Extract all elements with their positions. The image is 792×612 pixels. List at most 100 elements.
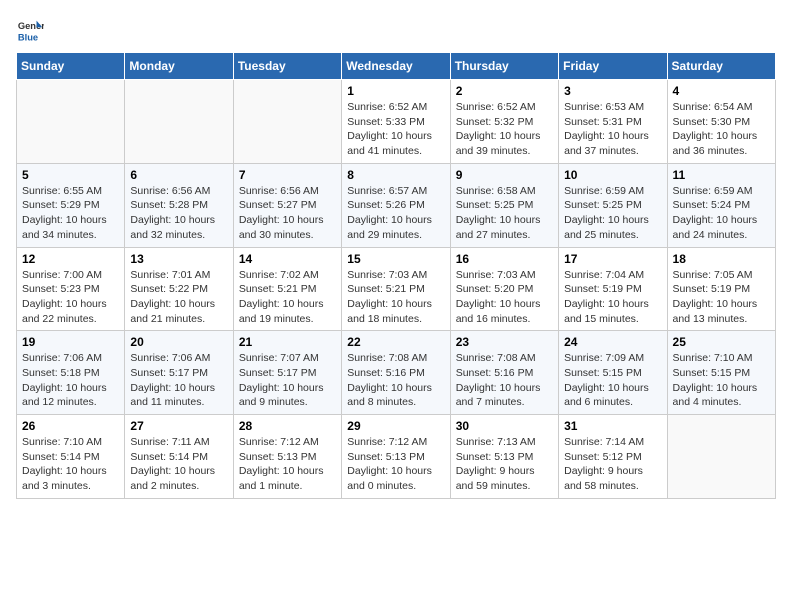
day-number: 1: [347, 84, 444, 98]
calendar-cell: 2 Sunrise: 6:52 AM Sunset: 5:32 PM Daylig…: [450, 80, 558, 164]
logo: General Blue: [16, 16, 48, 44]
day-number: 9: [456, 168, 553, 182]
calendar-cell: 1 Sunrise: 6:52 AM Sunset: 5:33 PM Daylig…: [342, 80, 450, 164]
day-number: 5: [22, 168, 119, 182]
week-row-4: 19 Sunrise: 7:06 AM Sunset: 5:18 PM Dayli…: [17, 331, 776, 415]
calendar-cell: 8 Sunrise: 6:57 AM Sunset: 5:26 PM Daylig…: [342, 163, 450, 247]
day-info: Sunrise: 7:10 AM Sunset: 5:14 PM Dayligh…: [22, 435, 119, 494]
day-info: Sunrise: 7:13 AM Sunset: 5:13 PM Dayligh…: [456, 435, 553, 494]
day-number: 24: [564, 335, 661, 349]
day-info: Sunrise: 6:55 AM Sunset: 5:29 PM Dayligh…: [22, 184, 119, 243]
day-number: 26: [22, 419, 119, 433]
page-header: General Blue: [16, 16, 776, 44]
day-number: 28: [239, 419, 336, 433]
weekday-header-saturday: Saturday: [667, 53, 775, 80]
day-number: 30: [456, 419, 553, 433]
day-info: Sunrise: 7:00 AM Sunset: 5:23 PM Dayligh…: [22, 268, 119, 327]
day-info: Sunrise: 7:11 AM Sunset: 5:14 PM Dayligh…: [130, 435, 227, 494]
day-info: Sunrise: 6:59 AM Sunset: 5:24 PM Dayligh…: [673, 184, 770, 243]
calendar-cell: 22 Sunrise: 7:08 AM Sunset: 5:16 PM Dayli…: [342, 331, 450, 415]
day-info: Sunrise: 7:08 AM Sunset: 5:16 PM Dayligh…: [456, 351, 553, 410]
day-info: Sunrise: 7:06 AM Sunset: 5:18 PM Dayligh…: [22, 351, 119, 410]
day-number: 11: [673, 168, 770, 182]
day-info: Sunrise: 6:59 AM Sunset: 5:25 PM Dayligh…: [564, 184, 661, 243]
calendar-cell: [125, 80, 233, 164]
day-number: 20: [130, 335, 227, 349]
calendar-cell: 5 Sunrise: 6:55 AM Sunset: 5:29 PM Daylig…: [17, 163, 125, 247]
day-number: 18: [673, 252, 770, 266]
calendar-cell: 20 Sunrise: 7:06 AM Sunset: 5:17 PM Dayli…: [125, 331, 233, 415]
calendar-cell: 6 Sunrise: 6:56 AM Sunset: 5:28 PM Daylig…: [125, 163, 233, 247]
day-info: Sunrise: 6:52 AM Sunset: 5:32 PM Dayligh…: [456, 100, 553, 159]
day-number: 17: [564, 252, 661, 266]
day-info: Sunrise: 7:06 AM Sunset: 5:17 PM Dayligh…: [130, 351, 227, 410]
day-info: Sunrise: 7:12 AM Sunset: 5:13 PM Dayligh…: [239, 435, 336, 494]
calendar-cell: 30 Sunrise: 7:13 AM Sunset: 5:13 PM Dayli…: [450, 415, 558, 499]
day-number: 6: [130, 168, 227, 182]
day-info: Sunrise: 6:57 AM Sunset: 5:26 PM Dayligh…: [347, 184, 444, 243]
weekday-header-monday: Monday: [125, 53, 233, 80]
day-number: 12: [22, 252, 119, 266]
calendar-cell: 9 Sunrise: 6:58 AM Sunset: 5:25 PM Daylig…: [450, 163, 558, 247]
calendar-cell: 19 Sunrise: 7:06 AM Sunset: 5:18 PM Dayli…: [17, 331, 125, 415]
day-number: 25: [673, 335, 770, 349]
calendar-cell: [233, 80, 341, 164]
svg-text:Blue: Blue: [18, 32, 38, 42]
calendar-cell: 17Sunrise: 7:04 AM Sunset: 5:19 PM Dayli…: [559, 247, 667, 331]
calendar-cell: [17, 80, 125, 164]
day-info: Sunrise: 6:56 AM Sunset: 5:28 PM Dayligh…: [130, 184, 227, 243]
calendar-cell: 23 Sunrise: 7:08 AM Sunset: 5:16 PM Dayli…: [450, 331, 558, 415]
calendar-cell: 29 Sunrise: 7:12 AM Sunset: 5:13 PM Dayli…: [342, 415, 450, 499]
day-info: Sunrise: 7:01 AM Sunset: 5:22 PM Dayligh…: [130, 268, 227, 327]
calendar-cell: 11 Sunrise: 6:59 AM Sunset: 5:24 PM Dayli…: [667, 163, 775, 247]
week-row-3: 12 Sunrise: 7:00 AM Sunset: 5:23 PM Dayli…: [17, 247, 776, 331]
day-info: Sunrise: 7:14 AM Sunset: 5:12 PM Dayligh…: [564, 435, 661, 494]
day-info: Sunrise: 7:05 AM Sunset: 5:19 PM Dayligh…: [673, 268, 770, 327]
calendar-cell: 31 Sunrise: 7:14 AM Sunset: 5:12 PM Dayli…: [559, 415, 667, 499]
weekday-header-sunday: Sunday: [17, 53, 125, 80]
weekday-header-tuesday: Tuesday: [233, 53, 341, 80]
day-info: Sunrise: 6:53 AM Sunset: 5:31 PM Dayligh…: [564, 100, 661, 159]
day-number: 14: [239, 252, 336, 266]
calendar-cell: 25 Sunrise: 7:10 AM Sunset: 5:15 PM Dayli…: [667, 331, 775, 415]
day-number: 10: [564, 168, 661, 182]
calendar-cell: 24Sunrise: 7:09 AM Sunset: 5:15 PM Dayli…: [559, 331, 667, 415]
day-number: 3: [564, 84, 661, 98]
day-number: 4: [673, 84, 770, 98]
weekday-header-thursday: Thursday: [450, 53, 558, 80]
day-number: 29: [347, 419, 444, 433]
day-info: Sunrise: 7:08 AM Sunset: 5:16 PM Dayligh…: [347, 351, 444, 410]
calendar-cell: 10 Sunrise: 6:59 AM Sunset: 5:25 PM Dayli…: [559, 163, 667, 247]
day-info: Sunrise: 7:02 AM Sunset: 5:21 PM Dayligh…: [239, 268, 336, 327]
day-number: 13: [130, 252, 227, 266]
day-number: 21: [239, 335, 336, 349]
day-info: Sunrise: 6:52 AM Sunset: 5:33 PM Dayligh…: [347, 100, 444, 159]
day-number: 23: [456, 335, 553, 349]
calendar-cell: 4Sunrise: 6:54 AM Sunset: 5:30 PM Daylig…: [667, 80, 775, 164]
calendar-cell: 18 Sunrise: 7:05 AM Sunset: 5:19 PM Dayli…: [667, 247, 775, 331]
day-number: 19: [22, 335, 119, 349]
day-number: 22: [347, 335, 444, 349]
day-info: Sunrise: 7:07 AM Sunset: 5:17 PM Dayligh…: [239, 351, 336, 410]
calendar-cell: 7Sunrise: 6:56 AM Sunset: 5:27 PM Daylig…: [233, 163, 341, 247]
calendar-cell: 28 Sunrise: 7:12 AM Sunset: 5:13 PM Dayli…: [233, 415, 341, 499]
day-info: Sunrise: 7:10 AM Sunset: 5:15 PM Dayligh…: [673, 351, 770, 410]
calendar-cell: 21 Sunrise: 7:07 AM Sunset: 5:17 PM Dayli…: [233, 331, 341, 415]
day-number: 16: [456, 252, 553, 266]
calendar-cell: 16Sunrise: 7:03 AM Sunset: 5:20 PM Dayli…: [450, 247, 558, 331]
calendar-cell: 26 Sunrise: 7:10 AM Sunset: 5:14 PM Dayli…: [17, 415, 125, 499]
day-info: Sunrise: 7:12 AM Sunset: 5:13 PM Dayligh…: [347, 435, 444, 494]
weekday-header-row: SundayMondayTuesdayWednesdayThursdayFrid…: [17, 53, 776, 80]
day-number: 15: [347, 252, 444, 266]
day-number: 31: [564, 419, 661, 433]
day-info: Sunrise: 6:58 AM Sunset: 5:25 PM Dayligh…: [456, 184, 553, 243]
calendar-cell: 12 Sunrise: 7:00 AM Sunset: 5:23 PM Dayli…: [17, 247, 125, 331]
week-row-5: 26 Sunrise: 7:10 AM Sunset: 5:14 PM Dayli…: [17, 415, 776, 499]
calendar-cell: 14 Sunrise: 7:02 AM Sunset: 5:21 PM Dayli…: [233, 247, 341, 331]
weekday-header-wednesday: Wednesday: [342, 53, 450, 80]
day-number: 2: [456, 84, 553, 98]
weekday-header-friday: Friday: [559, 53, 667, 80]
calendar-cell: 13 Sunrise: 7:01 AM Sunset: 5:22 PM Dayli…: [125, 247, 233, 331]
week-row-1: 1 Sunrise: 6:52 AM Sunset: 5:33 PM Daylig…: [17, 80, 776, 164]
day-number: 8: [347, 168, 444, 182]
